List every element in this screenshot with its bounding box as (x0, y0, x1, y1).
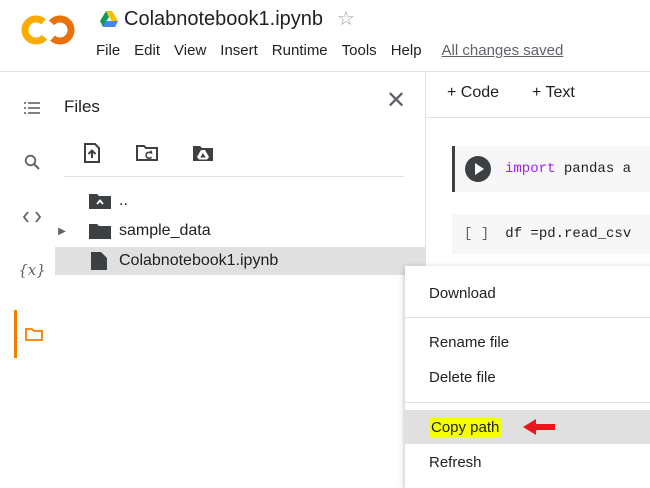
menu-item-refresh[interactable]: Refresh (405, 445, 650, 479)
folder-up-icon (89, 194, 111, 209)
add-code-button[interactable]: + Code (447, 84, 499, 102)
menu-separator (405, 402, 650, 403)
context-menu: Download Rename file Delete file Copy pa… (405, 266, 650, 488)
red-arrow-icon (523, 419, 556, 435)
menu-runtime[interactable]: Runtime (272, 42, 328, 59)
save-status-link[interactable]: All changes saved (442, 42, 564, 59)
menu-view[interactable]: View (174, 42, 206, 59)
folder-icon (89, 224, 111, 239)
menu-item-copy-path[interactable]: Copy path (405, 410, 650, 444)
menu-help[interactable]: Help (391, 42, 422, 59)
tree-item-notebook-file[interactable]: Colabnotebook1.ipynb (55, 247, 425, 275)
run-cell-icon[interactable] (465, 156, 491, 182)
toc-icon[interactable] (20, 96, 44, 120)
google-drive-icon (100, 11, 118, 27)
add-text-button[interactable]: + Text (532, 84, 575, 102)
header-divider (0, 71, 650, 72)
active-tab-indicator (14, 310, 17, 358)
cell-code: import pandas a (505, 161, 632, 177)
tree-item-label: sample_data (119, 222, 211, 239)
toolbar-divider (426, 117, 650, 118)
variables-icon[interactable]: {x} (18, 258, 46, 282)
tree-item-sample-data[interactable]: ▶ sample_data (55, 217, 425, 245)
panel-divider (425, 72, 426, 272)
cell-execution-prompt: [ ] (464, 226, 490, 242)
menu-insert[interactable]: Insert (220, 42, 258, 59)
tree-item-label: .. (119, 192, 128, 209)
menu-tools[interactable]: Tools (342, 42, 377, 59)
copy-path-label: Copy path (429, 417, 502, 437)
code-cell-2[interactable]: [ ] df =pd.read_csv (452, 214, 650, 254)
upload-icon[interactable] (80, 141, 104, 165)
colab-logo (21, 15, 75, 45)
search-icon[interactable] (20, 150, 44, 174)
menu-item-delete-file[interactable]: Delete file (405, 360, 650, 394)
file-icon (91, 252, 107, 270)
notebook-title[interactable]: Colabnotebook1.ipynb (124, 8, 323, 31)
title-row: Colabnotebook1.ipynb ☆ (100, 6, 355, 32)
code-cell-1[interactable]: import pandas a (452, 146, 650, 192)
star-icon[interactable]: ☆ (337, 9, 355, 29)
tree-item-parent[interactable]: .. (55, 187, 425, 215)
menu-separator (405, 317, 650, 318)
code-snippets-icon[interactable] (20, 205, 44, 229)
menu-edit[interactable]: Edit (134, 42, 160, 59)
folder-icon[interactable] (22, 322, 46, 346)
refresh-folder-icon[interactable] (135, 141, 159, 165)
tree-item-label: Colabnotebook1.ipynb (119, 252, 279, 269)
menu-item-download[interactable]: Download (405, 276, 650, 310)
files-toolbar-divider (64, 176, 404, 177)
close-icon[interactable]: ✕ (384, 87, 408, 114)
menu-item-rename-file[interactable]: Rename file (405, 325, 650, 359)
menu-bar: File Edit View Insert Runtime Tools Help… (96, 42, 577, 59)
menu-file[interactable]: File (96, 42, 120, 59)
expand-caret-icon[interactable]: ▶ (55, 226, 69, 237)
cell-code: df =pd.read_csv (505, 226, 632, 242)
mount-drive-icon[interactable] (191, 141, 215, 165)
files-panel-title: Files (64, 97, 100, 116)
